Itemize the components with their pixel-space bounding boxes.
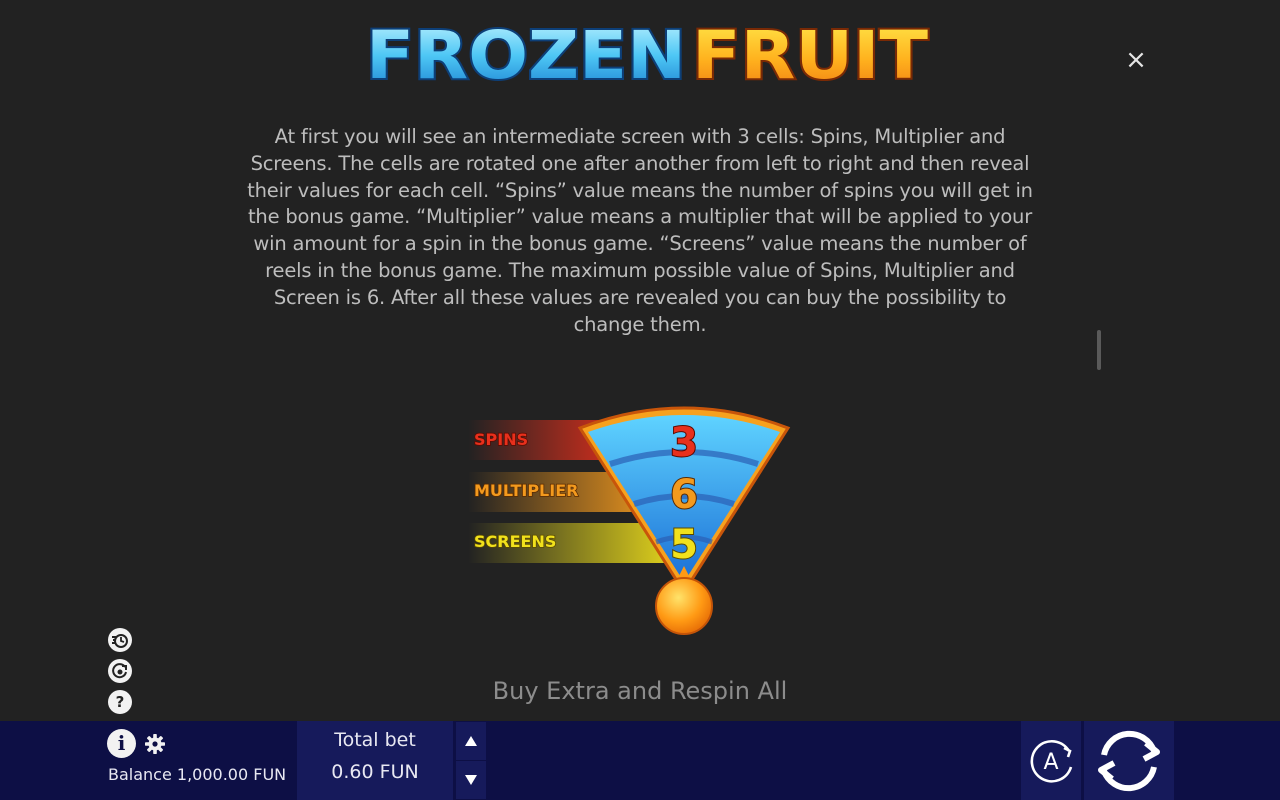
settings-gear-icon[interactable] bbox=[143, 732, 167, 756]
autoplay-icon: A bbox=[1030, 740, 1073, 783]
triangle-up-icon bbox=[465, 736, 477, 746]
balance-display: Balance 1,000.00 FUN bbox=[108, 765, 287, 784]
spins-label: SPINS bbox=[474, 430, 528, 449]
spin-arrows-icon bbox=[1098, 730, 1160, 792]
spin-button[interactable] bbox=[1084, 721, 1174, 800]
bet-increase-button[interactable] bbox=[456, 722, 486, 760]
spins-value: 3 bbox=[670, 420, 698, 466]
autoplay-button[interactable]: A bbox=[1021, 721, 1081, 800]
triangle-down-icon bbox=[465, 775, 477, 785]
screens-label: SCREENS bbox=[474, 532, 556, 551]
autoplay-history-icon[interactable] bbox=[108, 659, 132, 683]
bottom-control-bar: i Balance 1,000.00 FUN Total bet 0.60 FU… bbox=[0, 721, 1280, 800]
logo-frozen-text: FROZEN bbox=[366, 17, 686, 92]
total-bet-panel: Total bet 0.60 FUN bbox=[297, 721, 453, 800]
multiplier-value: 6 bbox=[670, 472, 698, 518]
screens-value: 5 bbox=[670, 522, 698, 568]
help-icon[interactable]: ? bbox=[108, 690, 132, 714]
svg-text:A: A bbox=[1043, 750, 1058, 775]
total-bet-value: 0.60 FUN bbox=[331, 761, 419, 783]
multiplier-label: MULTIPLIER bbox=[474, 481, 578, 500]
side-icon-column: ? bbox=[108, 628, 134, 721]
total-bet-label: Total bet bbox=[334, 729, 416, 751]
info-button[interactable]: i bbox=[107, 729, 136, 758]
scrollbar-thumb[interactable] bbox=[1097, 330, 1101, 370]
close-button[interactable]: × bbox=[1120, 44, 1152, 76]
bonus-wheel-illustration: SPINS MULTIPLIER SCREENS 3 6 5 bbox=[468, 396, 798, 638]
logo-fruit-text: FRUIT bbox=[692, 17, 928, 92]
flame-orb bbox=[655, 577, 713, 635]
bet-decrease-button[interactable] bbox=[456, 761, 486, 799]
game-logo: FROZEN FRUIT bbox=[362, 14, 936, 92]
rules-paragraph: At first you will see an intermediate sc… bbox=[247, 125, 1033, 336]
section-heading-buy-extra: Buy Extra and Respin All bbox=[492, 677, 788, 705]
turbo-icon[interactable] bbox=[108, 628, 132, 652]
